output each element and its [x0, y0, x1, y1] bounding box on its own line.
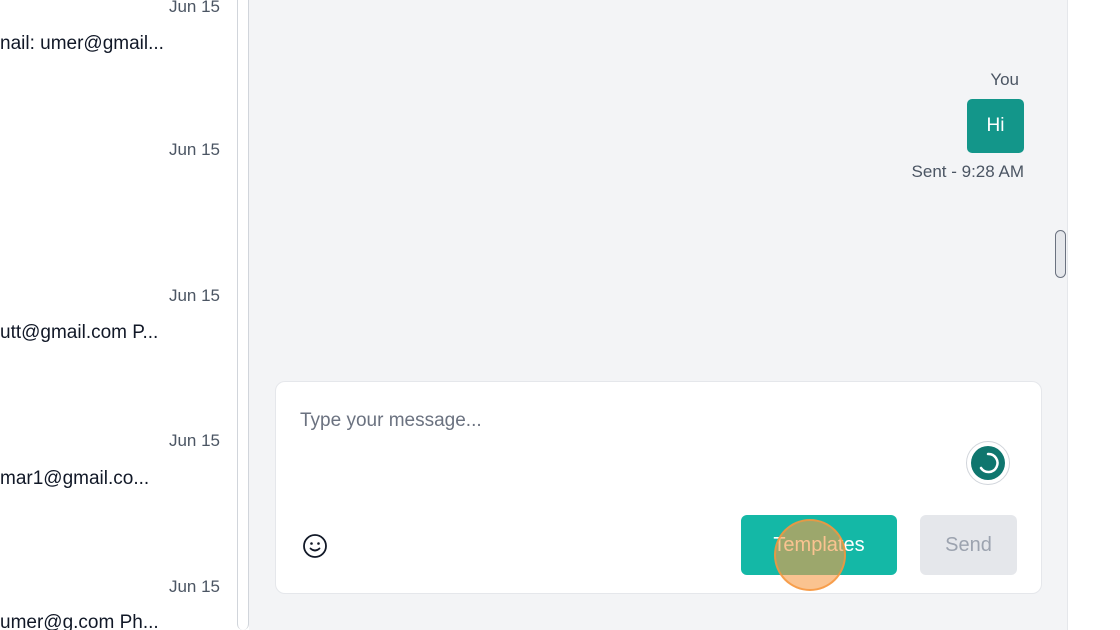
conversation-preview: utt@gmail.com P...	[0, 322, 159, 343]
conversation-date: Jun 15	[168, 431, 220, 450]
conversation-date: Jun 15	[168, 286, 220, 305]
emoji-button[interactable]	[301, 532, 329, 560]
panel-divider	[237, 0, 249, 630]
smiley-face-icon	[303, 534, 327, 558]
conversation-preview: nail: umer@gmail...	[0, 33, 164, 54]
assistant-button[interactable]	[966, 441, 1010, 485]
chat-scrollbar-thumb[interactable]	[1055, 230, 1066, 278]
message-sender: You	[990, 70, 1019, 89]
conversation-date: Jun 15	[168, 140, 220, 159]
message-text: Hi	[986, 115, 1005, 136]
conversation-preview: mar1@gmail.co...	[0, 468, 150, 489]
message-status: Sent - 9:28 AM	[911, 162, 1024, 181]
message-input[interactable]	[300, 410, 900, 432]
message-bubble: Hi	[967, 99, 1024, 153]
message-composer: Templates Send	[275, 381, 1042, 594]
conversation-list: Jun 15 nail: umer@gmail... Jun 15 Jun 15…	[0, 0, 237, 630]
conversation-date: Jun 15	[168, 0, 220, 16]
loading-spinner-icon	[971, 446, 1005, 480]
conversation-date: Jun 15	[168, 577, 220, 596]
templates-button[interactable]: Templates	[741, 515, 897, 575]
send-button[interactable]: Send	[920, 515, 1017, 575]
conversation-preview: umer@g.com Ph...	[0, 612, 159, 630]
